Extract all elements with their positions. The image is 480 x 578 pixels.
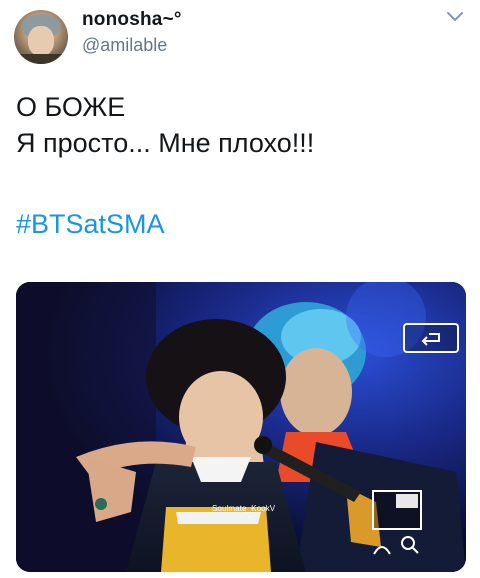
photo-watermark: Soulmate_KookV bbox=[212, 504, 276, 513]
tweet-card: nonosha~° @amilable О БОЖЕ Я просто... М… bbox=[0, 0, 480, 578]
username[interactable]: @amilable bbox=[82, 35, 167, 56]
tweet-text-line: Я просто... Мне плохо!!! bbox=[16, 128, 315, 158]
display-name[interactable]: nonosha~° bbox=[82, 9, 182, 31]
image-tools[interactable] bbox=[372, 532, 422, 558]
avatar[interactable] bbox=[14, 10, 68, 64]
avatar-collar bbox=[14, 54, 68, 64]
thumbnail-preview[interactable] bbox=[372, 490, 422, 530]
chevron-down-icon[interactable] bbox=[446, 10, 464, 24]
return-arrow-icon bbox=[421, 333, 440, 346]
thumbnail-image bbox=[396, 494, 418, 508]
avatar-face bbox=[28, 26, 54, 56]
return-button[interactable] bbox=[403, 323, 459, 353]
hashtag-link[interactable]: #BTSatSMA bbox=[16, 206, 165, 242]
tweet-photo[interactable]: Soulmate_KookV bbox=[16, 282, 466, 572]
tweet-text-line: О БОЖЕ bbox=[16, 92, 126, 122]
rotate-icon bbox=[373, 546, 391, 555]
tweet-text: О БОЖЕ Я просто... Мне плохо!!! bbox=[16, 89, 466, 161]
